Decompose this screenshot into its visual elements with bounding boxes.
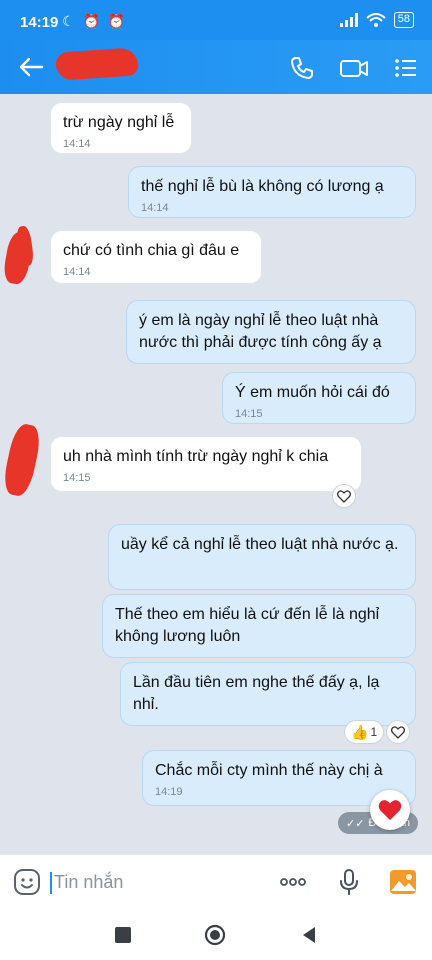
reaction-heart-button[interactable] bbox=[332, 484, 356, 508]
back-triangle-icon[interactable] bbox=[298, 924, 320, 946]
back-arrow-icon[interactable] bbox=[16, 52, 46, 82]
message-text: uầy kể cả nghỉ lễ theo luật nhà nước ạ. bbox=[121, 536, 399, 553]
text-caret bbox=[50, 872, 52, 894]
message-time: 14:14 bbox=[63, 266, 91, 278]
message-bubble-outgoing[interactable]: ý em là ngày nghỉ lễ theo luật nhà nước … bbox=[126, 300, 416, 364]
message-list[interactable]: trừ ngày nghỉ lễ 14:14 thế nghỉ lễ bù là… bbox=[0, 94, 432, 854]
reaction-heart-button[interactable] bbox=[386, 720, 410, 744]
message-input[interactable]: Tin nhắn bbox=[54, 872, 123, 893]
heart-outline-icon bbox=[391, 725, 405, 739]
contact-name-redacted[interactable] bbox=[55, 47, 139, 81]
signal-icon bbox=[339, 13, 358, 27]
message-composer: Tin nhắn bbox=[0, 854, 432, 910]
message-bubble-incoming[interactable]: trừ ngày nghỉ lễ 14:14 bbox=[50, 102, 192, 154]
more-options-icon[interactable] bbox=[278, 867, 308, 897]
quick-heart-button[interactable] bbox=[370, 790, 410, 830]
message-text: Lần đầu tiên em nghe thế đấy ạ, lạ nhỉ. bbox=[133, 674, 380, 713]
status-right: 58 bbox=[339, 12, 414, 28]
message-text: ý em là ngày nghỉ lễ theo luật nhà nước … bbox=[139, 312, 382, 351]
message-bubble-outgoing[interactable]: uầy kể cả nghỉ lễ theo luật nhà nước ạ. bbox=[108, 524, 416, 590]
thumbs-up-icon: 👍 bbox=[351, 723, 369, 740]
message-text: Thế theo em hiểu là cứ đến lễ là nghỉ kh… bbox=[115, 606, 380, 645]
home-icon[interactable] bbox=[204, 924, 226, 946]
message-bubble-incoming[interactable]: uh nhà mình tính trừ ngày nghỉ k chia 14… bbox=[50, 436, 362, 492]
recent-apps-icon[interactable] bbox=[112, 924, 134, 946]
message-bubble-outgoing[interactable]: Ý em muốn hỏi cái đó 14:15 bbox=[222, 372, 416, 424]
image-gallery-icon[interactable] bbox=[388, 867, 418, 897]
like-count: 1 bbox=[370, 725, 378, 739]
microphone-icon[interactable] bbox=[334, 867, 364, 897]
message-bubble-outgoing[interactable]: Lần đầu tiên em nghe thế đấy ạ, lạ nhỉ. bbox=[120, 662, 416, 726]
menu-list-icon[interactable] bbox=[392, 54, 420, 82]
message-time: 14:14 bbox=[63, 138, 91, 150]
message-time: 14:15 bbox=[235, 408, 263, 420]
message-text: chứ có tình chia gì đâu e bbox=[63, 242, 240, 259]
reaction-like-badge[interactable]: 👍 1 bbox=[344, 720, 385, 744]
message-time: 14:19 bbox=[155, 786, 183, 798]
message-time: 14:15 bbox=[63, 472, 91, 484]
heart-outline-icon bbox=[337, 489, 351, 503]
system-nav-bar bbox=[0, 910, 432, 960]
video-call-icon[interactable] bbox=[338, 54, 370, 82]
message-bubble-outgoing[interactable]: Thế theo em hiểu là cứ đến lễ là nghỉ kh… bbox=[102, 594, 416, 658]
status-time: 14:19 bbox=[20, 14, 59, 31]
status-notification-icons: ☾ ⏰ ⏰ bbox=[62, 13, 128, 29]
avatar-redacted bbox=[0, 421, 44, 499]
message-text: Chắc mỗi cty mình thế này chị à bbox=[155, 762, 383, 779]
message-text: trừ ngày nghỉ lễ bbox=[63, 114, 175, 131]
emoji-sticker-icon[interactable] bbox=[12, 867, 42, 897]
wifi-icon bbox=[366, 13, 386, 27]
heart-filled-icon bbox=[378, 800, 402, 821]
message-text: Ý em muốn hỏi cái đó bbox=[235, 384, 390, 401]
message-text: thế nghỉ lễ bù là không có lương ạ bbox=[141, 178, 384, 195]
chat-header bbox=[0, 40, 432, 94]
battery-indicator: 58 bbox=[393, 12, 414, 28]
message-bubble-outgoing[interactable]: thế nghỉ lễ bù là không có lương ạ 14:14 bbox=[128, 166, 416, 218]
message-text: uh nhà mình tính trừ ngày nghỉ k chia bbox=[63, 448, 329, 465]
phone-call-icon[interactable] bbox=[288, 54, 316, 82]
status-bar: 14:19 ☾ ⏰ ⏰ 58 bbox=[0, 0, 432, 40]
message-bubble-incoming[interactable]: chứ có tình chia gì đâu e 14:14 bbox=[50, 230, 262, 284]
message-time: 14:14 bbox=[141, 202, 169, 214]
double-check-icon: ✓✓ bbox=[346, 817, 365, 830]
